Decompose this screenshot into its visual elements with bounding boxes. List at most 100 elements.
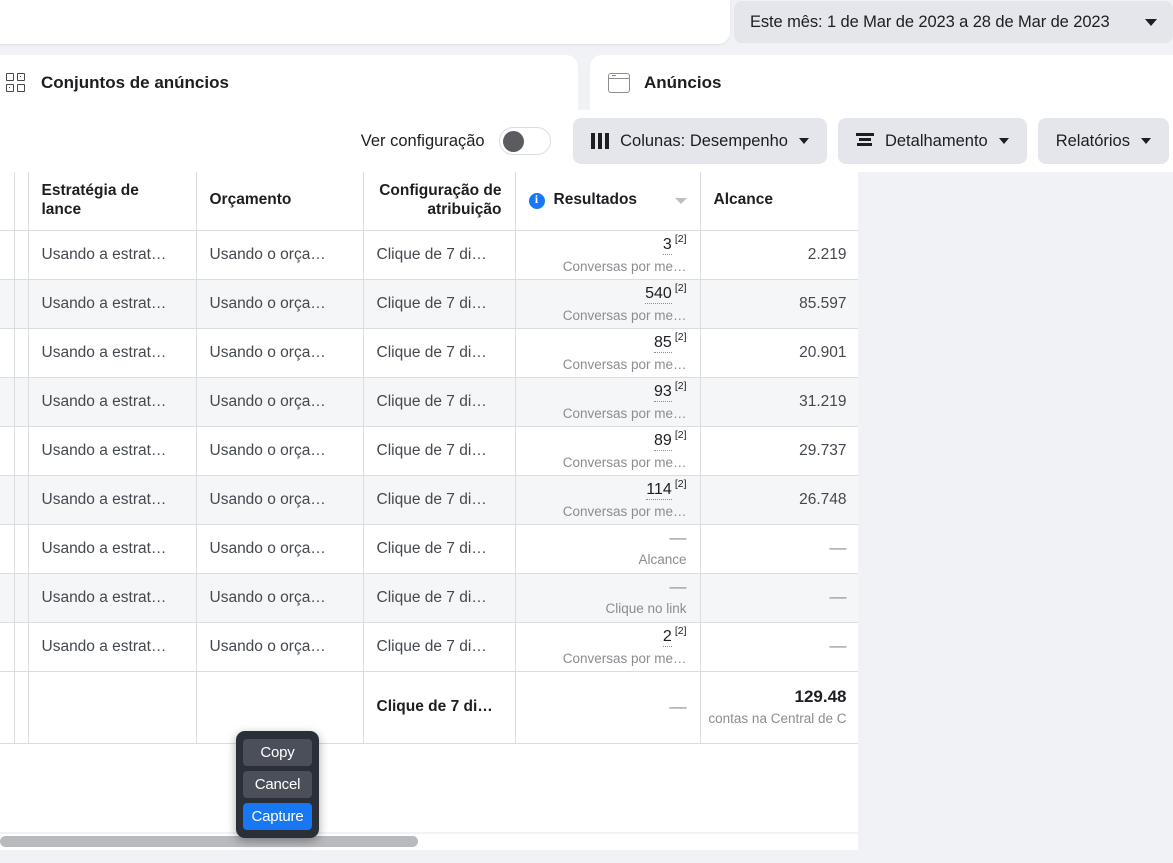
row-frozen-b — [14, 622, 29, 672]
date-range-selector[interactable]: Este mês: 1 de Mar de 2023 a 28 de Mar d… — [734, 1, 1173, 43]
result-footnote: [2] — [674, 625, 687, 638]
breakdown-icon — [855, 132, 874, 150]
tab-anuncios[interactable]: Anúncios — [590, 55, 1173, 110]
column-header-bid-strategy[interactable]: Estratégia de lance — [28, 172, 197, 231]
chevron-down-icon — [798, 138, 809, 144]
cell-results: 3 [2] Conversas por me… — [515, 230, 701, 280]
cell-results: 93 [2] Conversas por me… — [515, 377, 701, 427]
column-header-attribution[interactable]: Configuração de atribuição — [363, 172, 516, 231]
row-frozen-a — [0, 475, 15, 525]
result-value: 85 — [654, 334, 672, 354]
row-frozen-a — [0, 573, 15, 623]
cell-budget: Usando o orça… — [196, 328, 364, 378]
cancel-button[interactable]: Cancel — [243, 771, 312, 798]
capture-button[interactable]: Capture — [243, 803, 312, 830]
cell-bid-strategy: Usando a estrat… — [28, 230, 197, 280]
cell-attribution: Clique de 7 di… — [363, 475, 516, 525]
cell-attribution: Clique de 7 di… — [363, 622, 516, 672]
row-frozen-a — [0, 671, 15, 744]
column-header-label: Resultados — [553, 191, 638, 209]
table-row[interactable]: Usando a estrat… Usando o orça… Clique d… — [0, 573, 858, 623]
result-footnote: [2] — [674, 331, 687, 344]
column-header-label: Orçamento — [209, 191, 292, 209]
table-row[interactable]: Usando a estrat… Usando o orça… Clique d… — [0, 622, 858, 672]
cell-results: 89 [2] Conversas por me… — [515, 426, 701, 476]
table-row[interactable]: Usando a estrat… Usando o orça… Clique d… — [0, 328, 858, 378]
total-reach-value: 129.48 — [794, 686, 847, 706]
view-configuration-label: Ver configuração — [360, 131, 485, 150]
info-icon[interactable]: i — [528, 192, 545, 209]
cell-bid-strategy: Usando a estrat… — [28, 573, 197, 623]
capture-popup: Copy Cancel Capture — [236, 731, 319, 838]
result-footnote: [2] — [674, 478, 687, 491]
result-subtitle: Conversas por me… — [562, 308, 687, 324]
table-row[interactable]: Usando a estrat… Usando o orça… Clique d… — [0, 475, 858, 525]
cell-budget: Usando o orça… — [196, 426, 364, 476]
cell-budget: Usando o orça… — [196, 573, 364, 623]
result-subtitle: Conversas por me… — [562, 651, 687, 667]
row-frozen-b — [14, 573, 29, 623]
total-cell-bid-strategy — [28, 671, 197, 744]
result-subtitle: Conversas por me… — [562, 357, 687, 373]
row-frozen-a — [0, 279, 15, 329]
results-table-container: Estratégia de lance Orçamento Configuraç… — [0, 172, 858, 832]
breakdown-button-label: Detalhamento — [884, 131, 988, 150]
column-header-results[interactable]: i Resultados — [515, 172, 701, 231]
scrollbar-thumb[interactable] — [0, 836, 418, 847]
table-row[interactable]: Usando a estrat… Usando o orça… Clique d… — [0, 377, 858, 427]
cell-results: 114 [2] Conversas por me… — [515, 475, 701, 525]
column-header-budget[interactable]: Orçamento — [196, 172, 364, 231]
row-frozen-b — [14, 328, 29, 378]
cell-results: 540 [2] Conversas por me… — [515, 279, 701, 329]
sort-caret-icon[interactable] — [674, 197, 687, 204]
column-header-label: Configuração de atribuição — [379, 182, 502, 218]
tab-conjuntos-de-anuncios[interactable]: Conjuntos de anúncios — [0, 55, 578, 110]
table-row[interactable]: Usando a estrat… Usando o orça… Clique d… — [0, 279, 858, 329]
cell-reach: 29.737 — [700, 426, 858, 476]
bottom-strip — [0, 850, 1173, 863]
result-value: — — [669, 527, 687, 547]
cell-attribution: Clique de 7 di… — [363, 426, 516, 476]
column-header-label: Estratégia de lance — [41, 182, 139, 218]
cell-attribution: Clique de 7 di… — [363, 328, 516, 378]
copy-button[interactable]: Copy — [243, 739, 312, 766]
result-footnote: [2] — [674, 380, 687, 393]
cell-attribution: Clique de 7 di… — [363, 573, 516, 623]
result-subtitle: Clique no link — [605, 600, 687, 616]
result-value: 540 — [645, 285, 672, 305]
table-row[interactable]: Usando a estrat… Usando o orça… Clique d… — [0, 230, 858, 280]
tab-label: Anúncios — [644, 72, 722, 92]
breakdown-button[interactable]: Detalhamento — [837, 118, 1027, 164]
cell-bid-strategy: Usando a estrat… — [28, 426, 197, 476]
cell-reach: 20.901 — [700, 328, 858, 378]
row-frozen-b — [14, 524, 29, 574]
cell-results: — Alcance — [515, 524, 701, 574]
result-value: — — [669, 576, 687, 596]
cell-budget: Usando o orça… — [196, 622, 364, 672]
columns-icon — [590, 133, 610, 149]
frozen-col-a — [0, 172, 15, 231]
columns-button[interactable]: Colunas: Desempenho — [572, 118, 827, 164]
view-configuration-toggle-group[interactable]: Ver configuração — [361, 127, 551, 155]
cell-bid-strategy: Usando a estrat… — [28, 622, 197, 672]
top-white-panel — [0, 0, 730, 44]
row-frozen-a — [0, 377, 15, 427]
cell-reach: — — [700, 524, 858, 574]
row-frozen-a — [0, 328, 15, 378]
view-configuration-toggle[interactable] — [498, 127, 551, 155]
total-cell-results: — — [515, 671, 701, 744]
table-row[interactable]: Usando a estrat… Usando o orça… Clique d… — [0, 524, 858, 574]
column-header-reach[interactable]: Alcance — [700, 172, 858, 231]
table-body: Usando a estrat… Usando o orça… Clique d… — [0, 230, 858, 744]
row-frozen-b — [14, 377, 29, 427]
tab-bar: Conjuntos de anúncios Anúncios — [0, 55, 1173, 110]
reports-button[interactable]: Relatórios — [1037, 118, 1169, 164]
cell-bid-strategy: Usando a estrat… — [28, 377, 197, 427]
row-frozen-b — [14, 426, 29, 476]
horizontal-scrollbar[interactable] — [0, 834, 858, 850]
cell-budget: Usando o orça… — [196, 377, 364, 427]
result-subtitle: Conversas por me… — [562, 406, 687, 422]
cell-results: 85 [2] Conversas por me… — [515, 328, 701, 378]
result-subtitle: Conversas por me… — [562, 259, 687, 275]
table-row[interactable]: Usando a estrat… Usando o orça… Clique d… — [0, 426, 858, 476]
